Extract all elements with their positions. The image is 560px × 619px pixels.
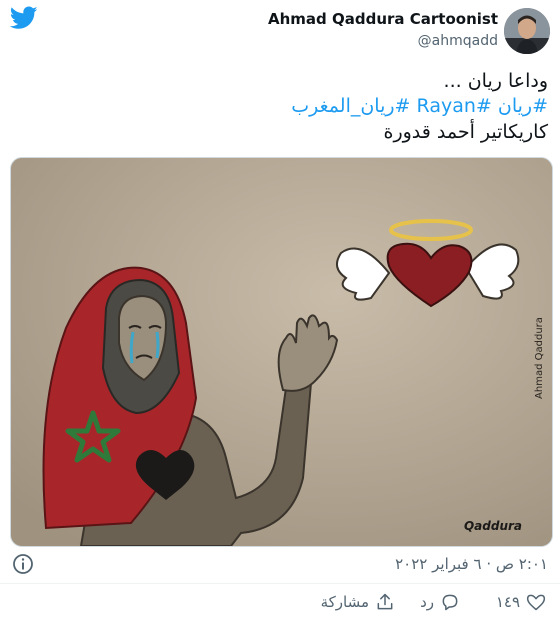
tweet-timestamp[interactable]: ٢:٠١ ص · ٦ فبراير ٢٠٢٢ [395,555,548,573]
reply-label: رد [420,593,434,611]
hashtag-rayan-morocco[interactable]: #ريان_المغرب [291,95,410,117]
hashtag-rayyan[interactable]: #ريان [498,95,548,117]
share-icon [377,593,393,610]
info-icon[interactable] [12,553,34,575]
divider [0,583,560,584]
like-count: ١٤٩ [495,593,520,611]
author-display-name[interactable]: Ahmad Qaddura Cartoonist [268,10,498,28]
author-handle[interactable]: @ahmqadd [418,33,498,49]
avatar-portrait [504,8,550,54]
reply-button[interactable]: رد [420,592,460,612]
tweet-media-image[interactable]: Ahmad Qaddura Qaddura [10,157,553,547]
artist-signature: Ahmad Qaddura [534,317,545,399]
tweet-text-line-3: كاريكاتير أحمد قدورة [383,121,548,143]
cartoon-illustration: Ahmad Qaddura Qaddura [11,158,552,546]
heart-icon [526,594,546,611]
share-label: مشاركة [320,593,369,611]
signature-logo: Qaddura [464,519,522,533]
reply-bubble-icon [442,594,458,611]
hashtag-rayan[interactable]: #Rayan [417,95,492,117]
tweet-actions-bar: ١٤٩ رد مشاركة [0,592,560,618]
twitter-bird-icon[interactable] [10,6,38,30]
like-button[interactable]: ١٤٩ [496,592,546,612]
avatar[interactable] [504,8,550,54]
tweet-text-line-1: وداعا ريان ... [443,70,548,92]
tweet-hashtags: #ريان #Rayan #ريان_المغرب [291,95,548,117]
share-button[interactable]: مشاركة [321,592,395,612]
